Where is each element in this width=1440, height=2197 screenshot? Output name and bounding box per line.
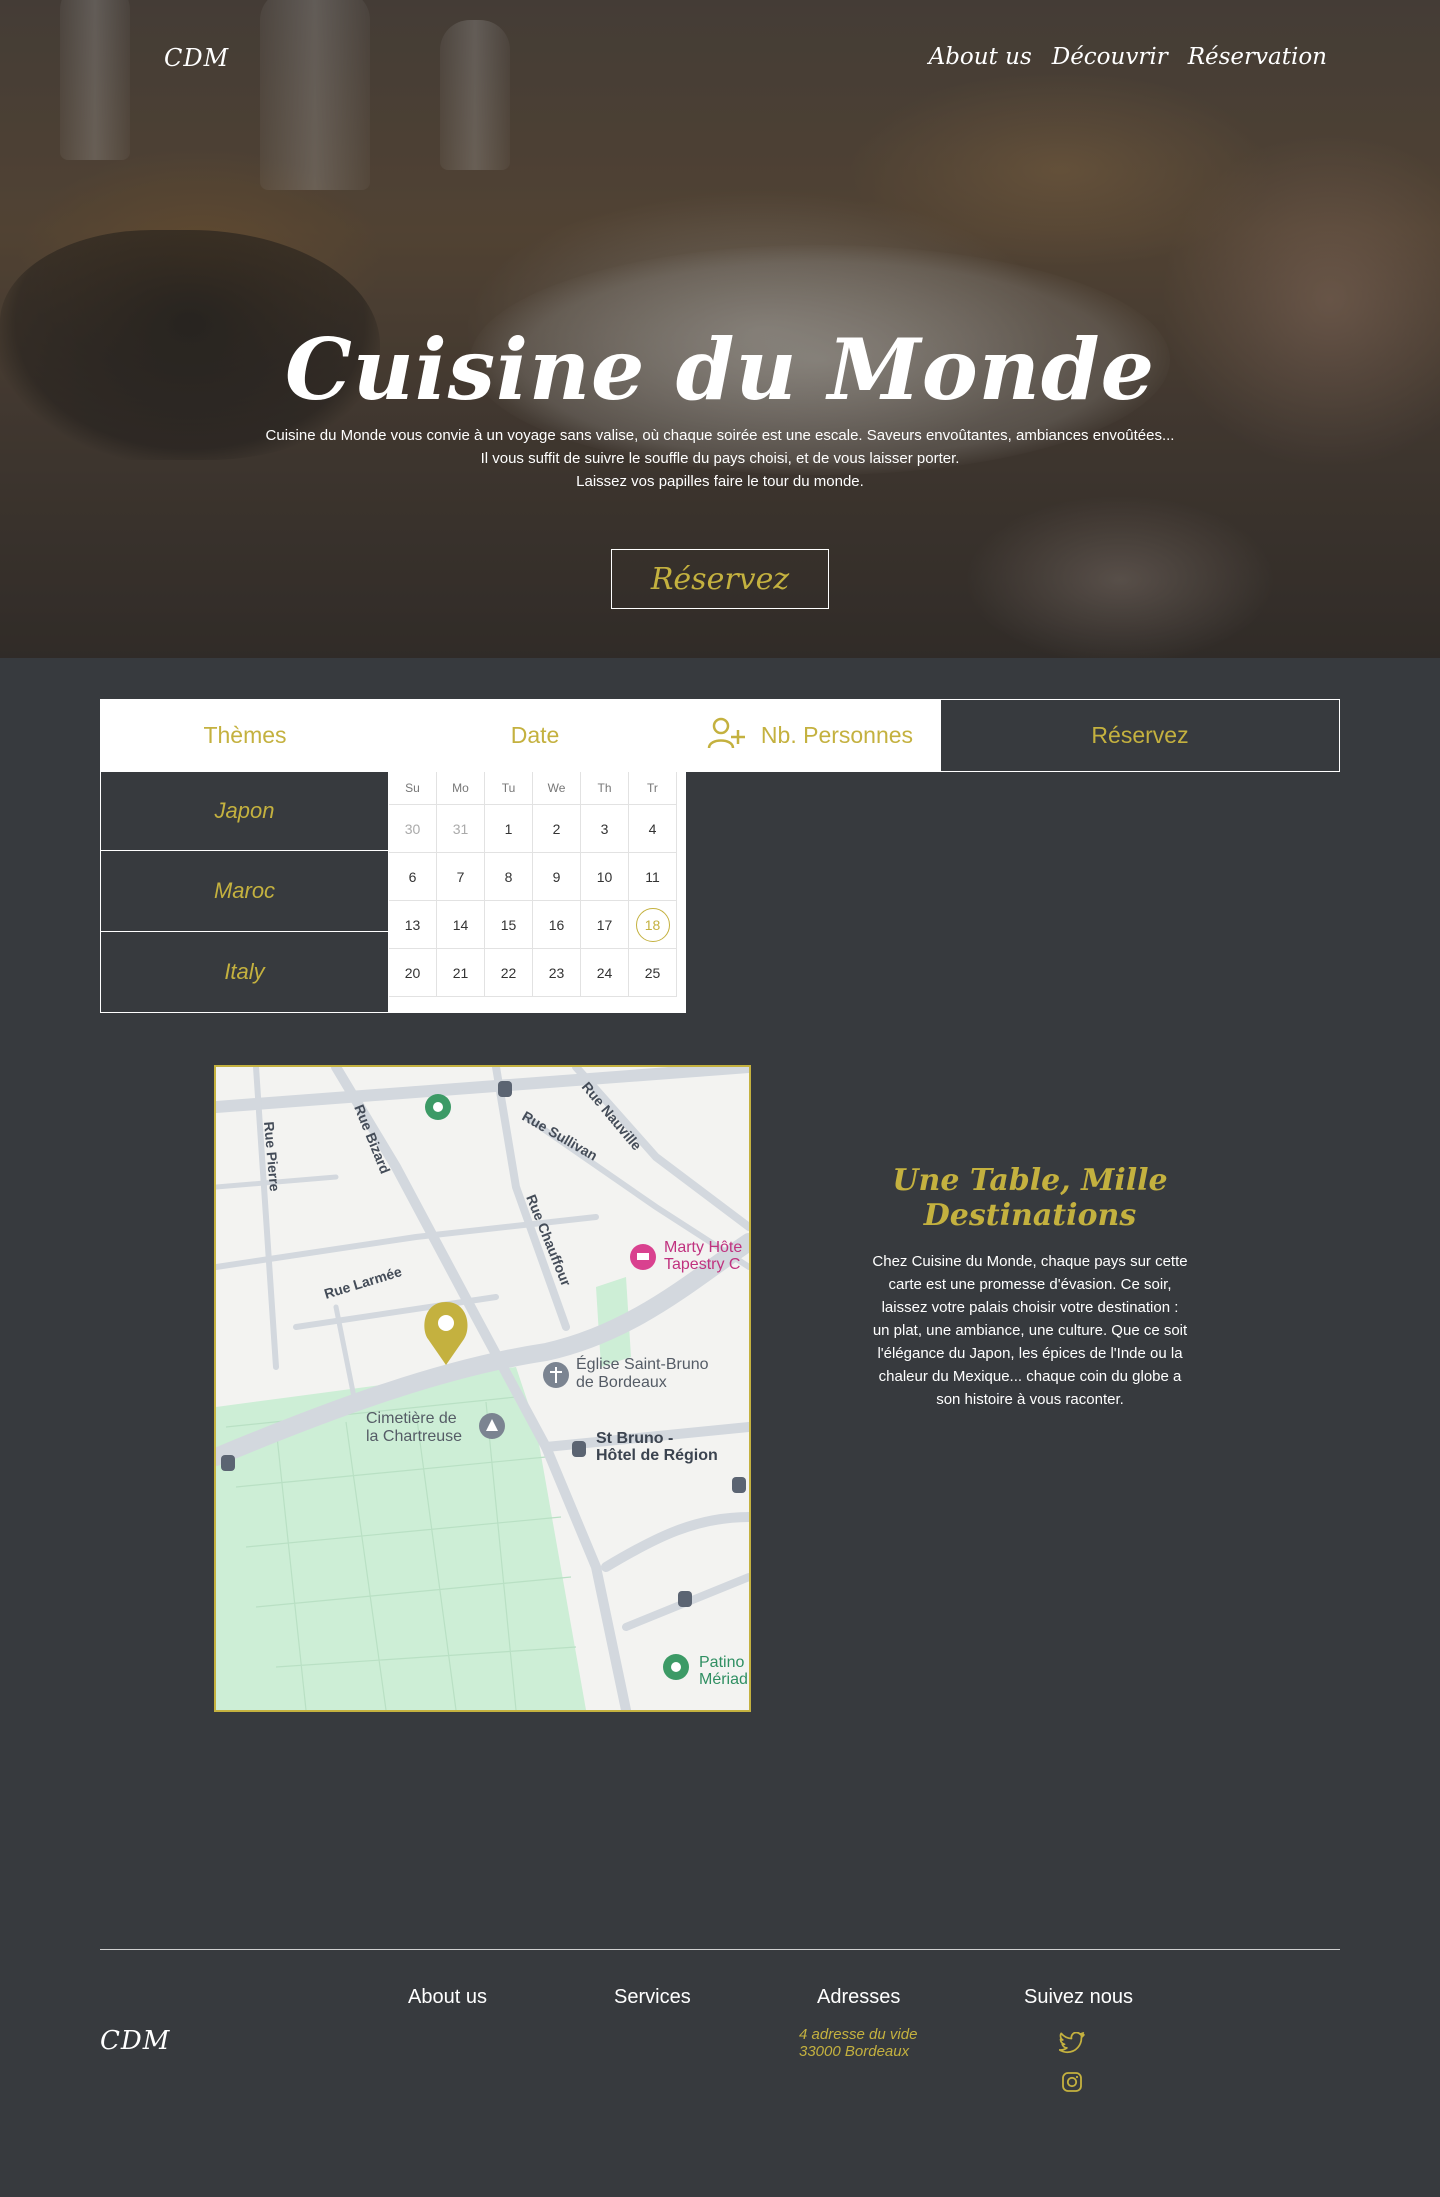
booking-bar: Thèmes Date Nb. Personnes Réservez xyxy=(100,699,1340,772)
info-line: un plat, une ambiance, une culture. Que … xyxy=(872,1322,1188,1339)
themes-list: Japon Maroc Italy xyxy=(100,772,389,1013)
map-place-label: Marty Hôte xyxy=(664,1239,742,1256)
map-place-label: St Bruno - xyxy=(596,1430,673,1447)
nav-decouvrir[interactable]: Découvrir xyxy=(1052,44,1168,70)
themes-selector[interactable]: Thèmes xyxy=(100,699,390,772)
persons-selector[interactable]: Nb. Personnes xyxy=(680,699,940,772)
calendar-week-row: 6 7 8 9 10 11 xyxy=(389,853,686,901)
calendar-day[interactable]: 17 xyxy=(581,901,629,949)
info-line: son histoire à vous raconter. xyxy=(936,1391,1124,1408)
calendar-day[interactable]: 20 xyxy=(389,949,437,997)
map-place-label: Mériad xyxy=(699,1671,748,1688)
info-line: carte est une promesse d'évasion. Ce soi… xyxy=(888,1276,1172,1293)
calendar-day[interactable]: 24 xyxy=(581,949,629,997)
theme-option-maroc[interactable]: Maroc xyxy=(100,851,389,932)
info-title: Une Table, Mille Destinations xyxy=(892,1163,1168,1233)
twitter-icon[interactable] xyxy=(1058,2029,1086,2057)
calendar-day[interactable]: 9 xyxy=(533,853,581,901)
footer-follow-heading: Suivez nous xyxy=(1024,1986,1133,2008)
hero-description: Cuisine du Monde vous convie à un voyage… xyxy=(0,424,1440,493)
add-person-icon xyxy=(707,716,745,756)
map-place-label: la Chartreuse xyxy=(366,1428,462,1445)
hero-line: Il vous suffit de suivre le souffle du p… xyxy=(480,450,960,467)
map-poi-icon[interactable] xyxy=(425,1094,451,1120)
calendar-day[interactable]: 13 xyxy=(389,901,437,949)
map-place-label: Tapestry C xyxy=(664,1256,740,1273)
calendar-day[interactable]: 16 xyxy=(533,901,581,949)
map-place-label: Patino xyxy=(699,1654,744,1671)
calendar-day[interactable]: 14 xyxy=(437,901,485,949)
footer-address: 4 adresse du vide 33000 Bordeaux xyxy=(799,2026,917,2060)
calendar-week-row: 20 21 22 23 24 25 xyxy=(389,949,686,997)
date-calendar: Su Mo Tu We Th Tr 30 31 1 2 3 4 6 7 8 9 10 11 13 14 15 16 17 1… xyxy=(389,772,686,1013)
main-nav: About us Découvrir Réservation xyxy=(929,44,1327,70)
map-place-label: de Bordeaux xyxy=(576,1374,667,1391)
map-poi-icon[interactable] xyxy=(479,1413,505,1439)
location-map[interactable]: Rue Pierre Rue Bizard Rue Sullivan Rue N… xyxy=(214,1065,751,1712)
map-canvas[interactable]: Rue Pierre Rue Bizard Rue Sullivan Rue N… xyxy=(216,1067,749,1710)
info-line: l'élégance du Japon, les épices de l'Ind… xyxy=(877,1345,1183,1362)
footer-services-link[interactable]: Services xyxy=(614,1986,691,2009)
calendar-weekday-row: Su Mo Tu We Th Tr xyxy=(389,772,686,805)
booking-submit-button[interactable]: Réservez xyxy=(940,699,1340,772)
footer-about-link[interactable]: About us xyxy=(408,1986,487,2009)
calendar-weekday: We xyxy=(533,772,581,805)
calendar-weekday: Tu xyxy=(485,772,533,805)
footer-addresses-heading: Adresses xyxy=(817,1986,901,2008)
calendar-day[interactable]: 30 xyxy=(389,805,437,853)
theme-option-italy[interactable]: Italy xyxy=(100,932,389,1013)
calendar-day[interactable]: 2 xyxy=(533,805,581,853)
calendar-day[interactable]: 15 xyxy=(485,901,533,949)
hero-title: Cuisine du Monde xyxy=(284,320,1156,419)
hero-line: Laissez vos papilles faire le tour du mo… xyxy=(576,473,864,490)
theme-option-japon[interactable]: Japon xyxy=(100,772,389,851)
map-poi-icon[interactable] xyxy=(663,1654,689,1680)
footer-divider xyxy=(100,1949,1340,1950)
info-line: laissez votre palais choisir votre desti… xyxy=(881,1299,1179,1316)
hero-banner: CDM About us Découvrir Réservation Cuisi… xyxy=(0,0,1440,658)
info-line: Chez Cuisine du Monde, chaque pays sur c… xyxy=(872,1253,1188,1270)
map-poi-icon[interactable] xyxy=(630,1244,656,1270)
map-place-label: Église Saint-Bruno xyxy=(576,1354,709,1373)
calendar-day[interactable]: 11 xyxy=(629,853,677,901)
map-poi-icon[interactable] xyxy=(543,1362,569,1388)
calendar-day-selected[interactable]: 18 xyxy=(629,901,677,949)
hero-reserve-button[interactable]: Réservez xyxy=(611,549,829,609)
nav-about-us[interactable]: About us xyxy=(929,44,1032,70)
calendar-weekday: Tr xyxy=(629,772,677,805)
calendar-week-row: 30 31 1 2 3 4 xyxy=(389,805,686,853)
calendar-day[interactable]: 10 xyxy=(581,853,629,901)
calendar-weekday: Th xyxy=(581,772,629,805)
info-description: Chez Cuisine du Monde, chaque pays sur c… xyxy=(860,1250,1200,1411)
calendar-day[interactable]: 4 xyxy=(629,805,677,853)
calendar-day[interactable]: 23 xyxy=(533,949,581,997)
calendar-day[interactable]: 21 xyxy=(437,949,485,997)
calendar-day[interactable]: 6 xyxy=(389,853,437,901)
booking-fields: Thèmes Date Nb. Personnes xyxy=(100,699,940,772)
calendar-day[interactable]: 3 xyxy=(581,805,629,853)
info-line: chaleur du Mexique... chaque coin du glo… xyxy=(878,1368,1182,1385)
calendar-weekday: Mo xyxy=(437,772,485,805)
calendar-day[interactable]: 31 xyxy=(437,805,485,853)
instagram-icon[interactable] xyxy=(1058,2068,1086,2096)
nav-reservation[interactable]: Réservation xyxy=(1188,44,1327,70)
calendar-day[interactable]: 25 xyxy=(629,949,677,997)
calendar-day[interactable]: 22 xyxy=(485,949,533,997)
calendar-weekday: Su xyxy=(389,772,437,805)
calendar-day[interactable]: 1 xyxy=(485,805,533,853)
map-place-label: Cimetière de xyxy=(366,1410,457,1427)
date-selector[interactable]: Date xyxy=(390,699,680,772)
footer-logo[interactable]: CDM xyxy=(100,2026,170,2056)
hero-line: Cuisine du Monde vous convie à un voyage… xyxy=(265,427,1175,444)
address-line: 4 adresse du vide xyxy=(799,2026,918,2043)
calendar-grid: 30 31 1 2 3 4 6 7 8 9 10 11 13 14 15 16 17 18 20 21 22 23 24 25 xyxy=(389,805,686,997)
selected-day-label: 18 xyxy=(635,907,670,942)
calendar-week-row: 13 14 15 16 17 18 xyxy=(389,901,686,949)
persons-label: Nb. Personnes xyxy=(760,722,914,748)
calendar-day[interactable]: 8 xyxy=(485,853,533,901)
site-logo[interactable]: CDM xyxy=(164,44,229,72)
calendar-day[interactable]: 7 xyxy=(437,853,485,901)
map-place-label: Hôtel de Région xyxy=(596,1447,718,1464)
address-line: 33000 Bordeaux xyxy=(799,2043,910,2060)
